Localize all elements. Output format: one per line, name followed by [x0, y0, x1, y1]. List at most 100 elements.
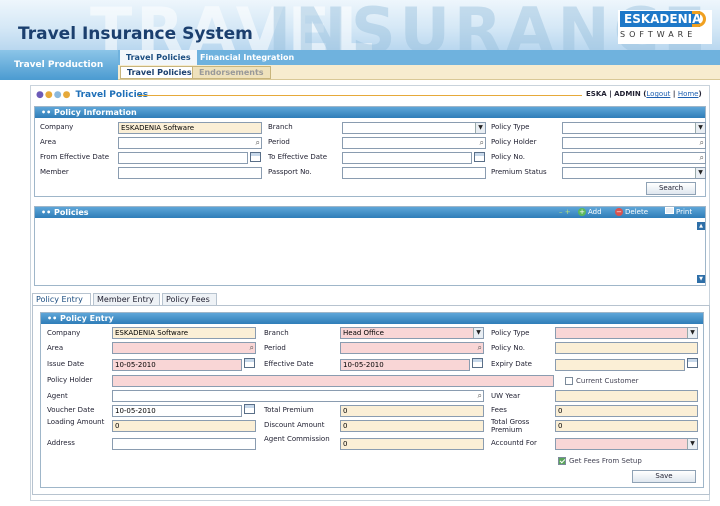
- pe-account-for-select[interactable]: ▼: [555, 438, 698, 450]
- branch-select[interactable]: ▼: [342, 122, 486, 134]
- search-icon[interactable]: ⌕: [256, 138, 260, 148]
- search-icon[interactable]: ⌕: [478, 391, 482, 401]
- get-fees-label: Get Fees From Setup: [569, 457, 642, 465]
- logo-sub: SOFTWARE: [620, 30, 697, 39]
- chevron-down-icon[interactable]: ▼: [695, 168, 705, 178]
- print-label: Print: [676, 208, 693, 216]
- pe-issue-date-field[interactable]: 10-05-2010: [112, 359, 242, 371]
- add-icon: +: [578, 208, 586, 216]
- pe-branch-label: Branch: [264, 329, 289, 337]
- delete-icon: −: [615, 208, 623, 216]
- pe-total-gross-premium-field[interactable]: 0: [555, 420, 698, 432]
- policy-entry-header: •• Policy Entry: [41, 313, 703, 324]
- pe-expiry-date-field[interactable]: [555, 359, 685, 371]
- pe-policy-holder-field[interactable]: [112, 375, 554, 387]
- page-title: ●●●● Travel Policies: [36, 90, 148, 100]
- chevron-down-icon[interactable]: ▼: [695, 123, 705, 133]
- search-icon[interactable]: ⌕: [478, 343, 482, 353]
- pe-area-field[interactable]: ⌕: [112, 342, 256, 354]
- pe-expiry-date-label: Expiry Date: [491, 360, 532, 368]
- pe-fees-field[interactable]: 0: [555, 405, 698, 417]
- get-fees-checkbox[interactable]: [558, 457, 566, 465]
- calendar-icon[interactable]: [474, 152, 485, 162]
- calendar-icon[interactable]: [250, 152, 261, 162]
- title-divider: [138, 95, 582, 96]
- chevron-down-icon[interactable]: ▼: [687, 439, 697, 449]
- period-label: Period: [268, 138, 290, 146]
- pe-voucher-date-field[interactable]: 10-05-2010: [112, 405, 242, 417]
- pe-agent-field[interactable]: ⌕: [112, 390, 484, 402]
- logo-mark-icon: [692, 11, 706, 27]
- pe-fees-label: Fees: [491, 406, 507, 414]
- passport-no-field[interactable]: [342, 167, 486, 179]
- scroll-down-icon[interactable]: ▼: [697, 275, 705, 283]
- sidebar-item-travel-production[interactable]: Travel Production: [0, 50, 118, 80]
- member-label: Member: [40, 168, 69, 176]
- area-field[interactable]: ⌕: [118, 137, 262, 149]
- scroll-up-icon[interactable]: ▲: [697, 222, 705, 230]
- search-icon[interactable]: ⌕: [250, 343, 254, 353]
- calendar-icon[interactable]: [244, 404, 255, 414]
- policy-holder-field[interactable]: ⌕: [562, 137, 706, 149]
- policy-type-select[interactable]: ▼: [562, 122, 706, 134]
- search-icon[interactable]: ⌕: [700, 138, 704, 148]
- pe-uw-year-field[interactable]: [555, 390, 698, 402]
- subtab-endorsements[interactable]: Endorsements: [192, 66, 271, 79]
- company-field[interactable]: ESKADENIA Software: [118, 122, 262, 134]
- pe-agent-commission-field[interactable]: 0: [340, 438, 484, 450]
- pe-address-label: Address: [47, 439, 75, 447]
- app-title: Travel Insurance System: [18, 24, 253, 44]
- logout-link[interactable]: Logout: [646, 90, 670, 98]
- calendar-icon[interactable]: [687, 358, 698, 368]
- tab-travel-policies[interactable]: Travel Policies: [120, 50, 197, 65]
- company-logo: ESKADENIA SOFTWARE: [618, 10, 712, 44]
- tab-financial-integration[interactable]: Financial Integration: [194, 50, 300, 65]
- chevron-down-icon[interactable]: ▼: [475, 123, 485, 133]
- member-field[interactable]: [118, 167, 262, 179]
- calendar-icon[interactable]: [244, 358, 255, 368]
- pe-period-field[interactable]: ⌕: [340, 342, 484, 354]
- save-button[interactable]: Save: [632, 470, 696, 483]
- pe-voucher-date-label: Voucher Date: [47, 406, 95, 414]
- pe-policy-no-field[interactable]: [555, 342, 698, 354]
- calendar-icon[interactable]: [472, 358, 483, 368]
- search-icon[interactable]: ⌕: [700, 153, 704, 163]
- current-customer-checkbox[interactable]: [565, 377, 573, 385]
- search-icon[interactable]: ⌕: [480, 138, 484, 148]
- search-button[interactable]: Search: [646, 182, 696, 195]
- pe-policy-type-select[interactable]: ▼: [555, 327, 698, 339]
- pe-company-label: Company: [47, 329, 81, 337]
- user-bar: ESKA | ADMIN (Logout | Home): [586, 90, 702, 98]
- from-effective-date-label: From Effective Date: [40, 153, 110, 161]
- policy-holder-label: Policy Holder: [491, 138, 537, 146]
- premium-status-select[interactable]: ▼: [562, 167, 706, 179]
- policy-entry-title: Policy Entry: [60, 314, 114, 323]
- policy-no-field[interactable]: ⌕: [562, 152, 706, 164]
- subtab-travel-policies[interactable]: Travel Policies: [120, 66, 199, 79]
- period-field[interactable]: ⌕: [342, 137, 486, 149]
- user-name: ESKA | ADMIN: [586, 90, 641, 98]
- pe-effective-date-field[interactable]: 10-05-2010: [340, 359, 470, 371]
- pe-policy-no-label: Policy No.: [491, 344, 525, 352]
- from-effective-date-field[interactable]: [118, 152, 248, 164]
- home-link[interactable]: Home: [678, 90, 699, 98]
- to-effective-date-field[interactable]: [342, 152, 472, 164]
- pe-area-label: Area: [47, 344, 64, 352]
- delete-button[interactable]: − Delete: [615, 207, 648, 218]
- add-button[interactable]: + Add: [578, 207, 602, 218]
- chevron-down-icon[interactable]: ▼: [473, 328, 483, 338]
- collapse-expand-icon[interactable]: – +: [559, 207, 571, 218]
- to-effective-date-label: To Effective Date: [268, 153, 328, 161]
- pe-address-field[interactable]: [112, 438, 256, 450]
- pe-branch-select[interactable]: Head Office ▼: [340, 327, 484, 339]
- pe-account-for-label: Accountd For: [491, 439, 537, 447]
- pe-policy-type-label: Policy Type: [491, 329, 530, 337]
- pe-total-premium-field[interactable]: 0: [340, 405, 484, 417]
- pe-loading-amount-field[interactable]: 0: [112, 420, 256, 432]
- pe-company-field[interactable]: ESKADENIA Software: [112, 327, 256, 339]
- app-banner: TRAVEL INSURANCE Travel Insurance System…: [0, 0, 720, 50]
- chevron-down-icon[interactable]: ▼: [687, 328, 697, 338]
- pe-discount-amount-field[interactable]: 0: [340, 420, 484, 432]
- logo-brand: ESKADENIA: [620, 11, 701, 27]
- print-button[interactable]: Print: [665, 207, 692, 218]
